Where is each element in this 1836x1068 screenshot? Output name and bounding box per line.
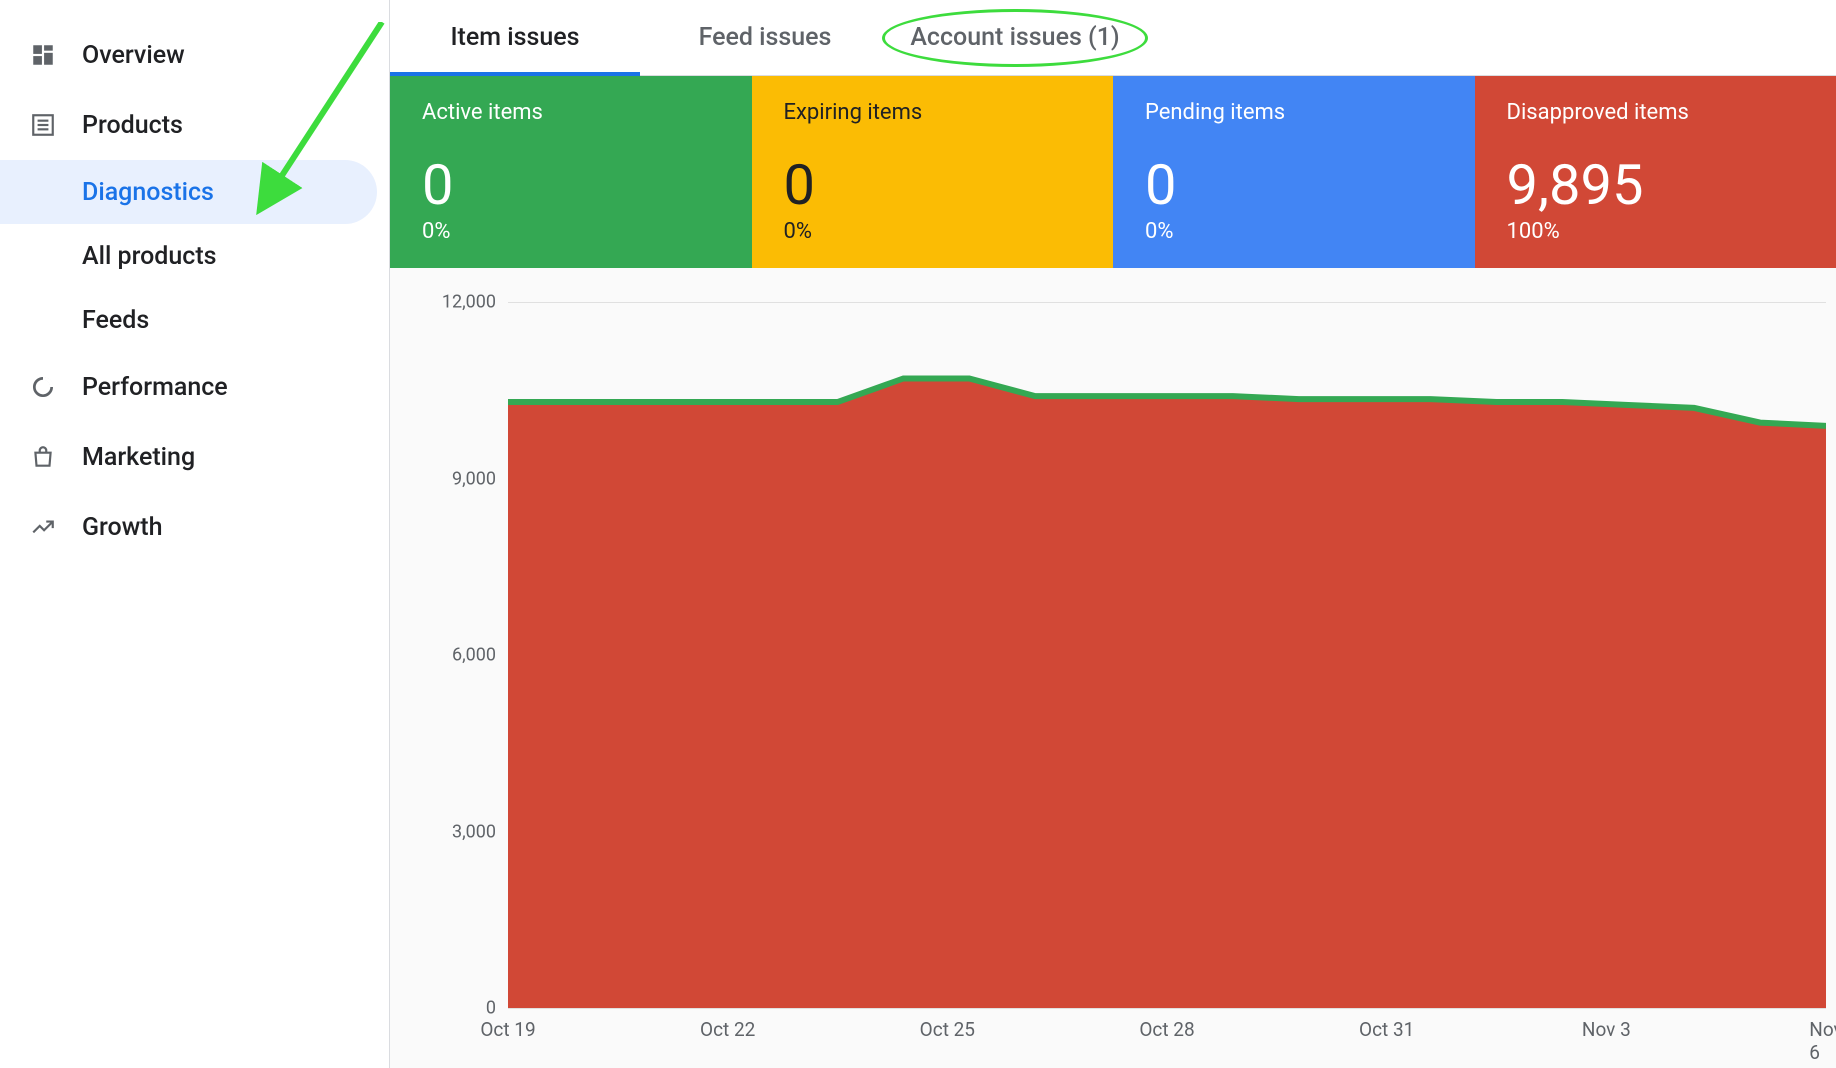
sidebar: Overview Products Diagnostics All produc… xyxy=(0,0,390,1068)
chart-plot xyxy=(508,302,1826,1008)
nav-overview[interactable]: Overview xyxy=(0,20,389,90)
chart-y-axis: 03,0006,0009,00012,000 xyxy=(424,302,508,1008)
card-disapproved-pct: 100% xyxy=(1507,219,1805,244)
nav-overview-label: Overview xyxy=(82,41,185,70)
y-tick-label: 12,000 xyxy=(424,292,496,313)
x-tick-label: Oct 28 xyxy=(1139,1018,1194,1041)
trending-up-icon xyxy=(28,512,58,542)
shopping-bag-icon xyxy=(28,442,58,472)
card-expiring-value: 0 xyxy=(784,157,1082,213)
status-cards: Active items 0 0% Expiring items 0 0% Pe… xyxy=(390,76,1836,268)
list-icon xyxy=(28,110,58,140)
card-pending-value: 0 xyxy=(1145,157,1443,213)
main-content: Item issues Feed issues Account issues (… xyxy=(390,0,1836,1068)
nav-products-label: Products xyxy=(82,111,183,140)
card-active-pct: 0% xyxy=(422,219,720,244)
dashboard-icon xyxy=(28,40,58,70)
card-pending-items[interactable]: Pending items 0 0% xyxy=(1113,76,1475,268)
tab-item-issues-label: Item issues xyxy=(450,23,579,52)
card-expiring-items[interactable]: Expiring items 0 0% xyxy=(752,76,1114,268)
card-active-items[interactable]: Active items 0 0% xyxy=(390,76,752,268)
y-tick-label: 6,000 xyxy=(424,645,496,666)
nav-growth[interactable]: Growth xyxy=(0,492,389,562)
chart-area-disapproved xyxy=(508,378,1826,1008)
chart-x-axis: Oct 19Oct 22Oct 25Oct 28Oct 31Nov 3Nov 6 xyxy=(508,1008,1826,1068)
issues-tabs: Item issues Feed issues Account issues (… xyxy=(390,0,1836,76)
nav-growth-label: Growth xyxy=(82,513,163,542)
x-tick-label: Oct 31 xyxy=(1359,1018,1414,1041)
nav-feeds-label: Feeds xyxy=(82,306,149,335)
tab-account-issues-label: Account issues (1) xyxy=(910,23,1119,52)
x-tick-label: Oct 25 xyxy=(920,1018,975,1041)
tab-feed-issues[interactable]: Feed issues xyxy=(640,0,890,75)
card-expiring-label: Expiring items xyxy=(784,100,1082,125)
y-tick-label: 9,000 xyxy=(424,468,496,489)
x-tick-label: Oct 19 xyxy=(480,1018,535,1041)
card-pending-label: Pending items xyxy=(1145,100,1443,125)
chart-container: 0 3,000 6,000 9,000 12,000 Oct 19 Oct 22 Oct 2… xyxy=(390,268,1836,1068)
nav-marketing[interactable]: Marketing xyxy=(0,422,389,492)
nav-feeds[interactable]: Feeds xyxy=(0,288,389,352)
y-tick-label: 3,000 xyxy=(424,821,496,842)
nav-performance-label: Performance xyxy=(82,373,228,402)
card-active-label: Active items xyxy=(422,100,720,125)
nav-all-products[interactable]: All products xyxy=(0,224,389,288)
x-tick-label: Nov 3 xyxy=(1582,1018,1631,1041)
card-active-value: 0 xyxy=(422,157,720,213)
nav-products[interactable]: Products xyxy=(0,90,389,160)
nav-all-products-label: All products xyxy=(82,242,217,271)
items-over-time-chart: 03,0006,0009,00012,000 Oct 19Oct 22Oct 2… xyxy=(424,302,1826,1068)
donut-icon xyxy=(28,372,58,402)
card-pending-pct: 0% xyxy=(1145,219,1443,244)
card-disapproved-value: 9,895 xyxy=(1507,157,1805,213)
x-tick-label: Nov 6 xyxy=(1809,1018,1836,1064)
card-disapproved-items[interactable]: Disapproved items 9,895 100% xyxy=(1475,76,1836,268)
nav-performance[interactable]: Performance xyxy=(0,352,389,422)
nav-diagnostics[interactable]: Diagnostics xyxy=(0,160,377,224)
card-disapproved-label: Disapproved items xyxy=(1507,100,1805,125)
y-tick-label: 0 xyxy=(424,998,496,1019)
tab-account-issues[interactable]: Account issues (1) xyxy=(890,0,1140,75)
tab-feed-issues-label: Feed issues xyxy=(699,23,832,52)
card-expiring-pct: 0% xyxy=(784,219,1082,244)
nav-diagnostics-label: Diagnostics xyxy=(82,178,214,207)
nav-marketing-label: Marketing xyxy=(82,443,195,472)
x-tick-label: Oct 22 xyxy=(700,1018,755,1041)
tab-item-issues[interactable]: Item issues xyxy=(390,0,640,75)
